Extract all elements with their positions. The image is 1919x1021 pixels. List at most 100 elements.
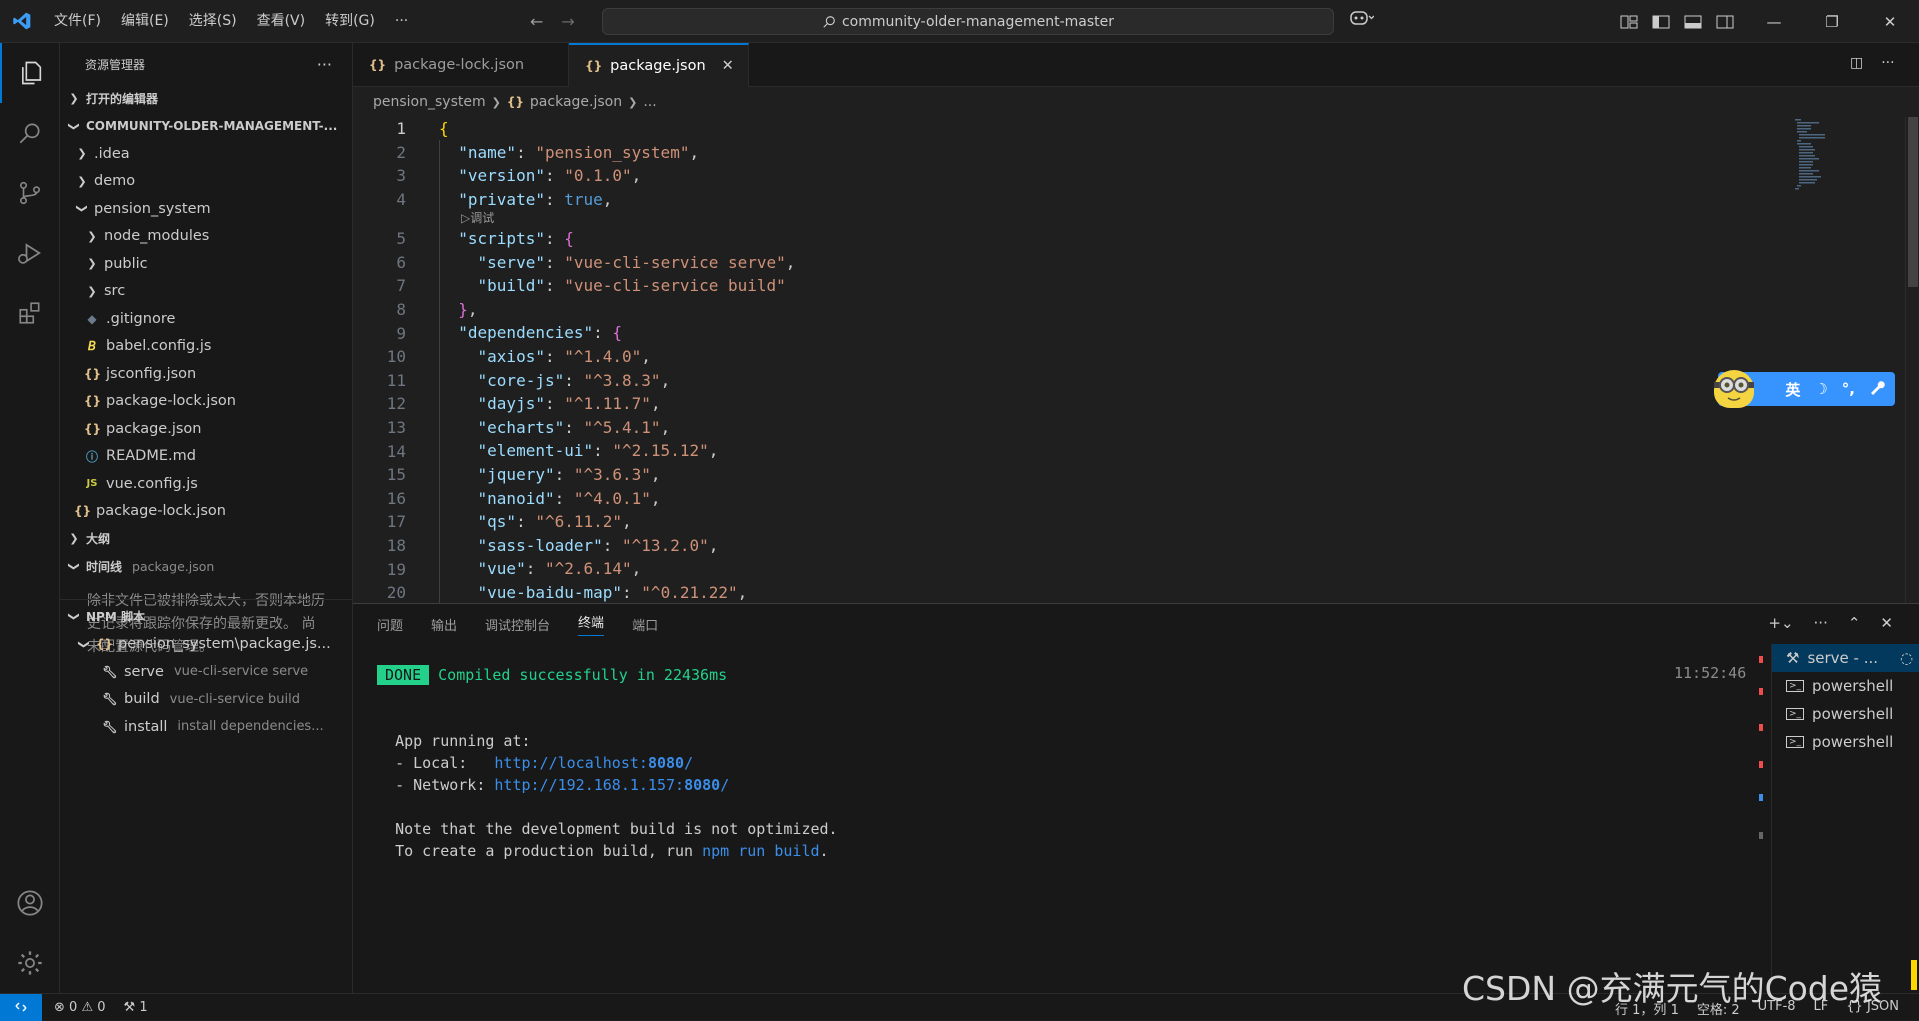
split-editor-icon[interactable]: ◫	[1850, 55, 1863, 71]
menu-item[interactable]: ···	[385, 0, 418, 43]
tree-folder[interactable]: ❯ pension_system	[60, 195, 352, 223]
punctuation-icon[interactable]: °,	[1842, 380, 1855, 398]
menu-item[interactable]: 编辑(E)	[111, 0, 179, 43]
tree-file[interactable]: {} package-lock.json	[60, 498, 352, 526]
maximize-panel-icon[interactable]: ⌃	[1848, 614, 1861, 632]
tree-file[interactable]: {} package.json	[60, 415, 352, 443]
run-debug-icon[interactable]	[0, 223, 60, 283]
line-number: 18	[386, 535, 406, 555]
remote-indicator-icon[interactable]	[0, 993, 42, 1021]
network-url-link[interactable]: http://192.168.1.157:8080/	[494, 776, 729, 794]
json-file-icon: {}	[369, 58, 387, 72]
extensions-icon[interactable]	[0, 283, 60, 343]
more-actions-icon[interactable]: ···	[1814, 614, 1828, 632]
terminal-instance[interactable]: >_ powershell	[1772, 700, 1919, 728]
breadcrumb-folder[interactable]: pension_system	[373, 94, 486, 110]
code-line: 12 "dayjs": "^1.11.7",	[353, 392, 1753, 416]
menu-item[interactable]: 选择(S)	[179, 0, 247, 43]
code-line: 9 "dependencies": {	[353, 321, 1753, 345]
settings-gear-icon[interactable]	[0, 933, 60, 993]
terminal-scrollbar[interactable]	[1753, 644, 1767, 984]
ime-toolbar[interactable]: 英 ☽ °,	[1714, 370, 1895, 408]
more-actions-icon[interactable]: ···	[317, 55, 332, 74]
tree-folder[interactable]: ❯ public	[60, 250, 352, 278]
toggle-secondary-sidebar-icon[interactable]	[1716, 14, 1734, 30]
panel-tab[interactable]: 终端	[578, 612, 605, 636]
code-line: 17 "qs": "^6.11.2",	[353, 510, 1753, 534]
tree-file[interactable]: JS vue.config.js	[60, 470, 352, 498]
restore-icon[interactable]: ❐	[1803, 13, 1861, 31]
breadcrumb-rest[interactable]: ...	[643, 94, 656, 110]
back-icon[interactable]: ←	[530, 12, 543, 31]
terminal-icon: >_	[1786, 680, 1805, 692]
menu-item[interactable]: 文件(F)	[44, 0, 111, 43]
npm-script-item[interactable]: 🔧︎ install install dependencies...	[60, 713, 353, 741]
forward-icon[interactable]: →	[561, 12, 574, 31]
panel-tab[interactable]: 输出	[431, 615, 457, 634]
debug-codelens[interactable]: ▷调试	[461, 209, 494, 226]
toggle-panel-icon[interactable]	[1684, 14, 1702, 30]
command-center-search[interactable]: community-older-management-master	[602, 8, 1334, 35]
copilot-icon[interactable]	[1350, 10, 1375, 30]
problems-status[interactable]: ⊗ 0 ⚠ 0	[54, 1000, 106, 1015]
editor-tab[interactable]: {} package.json ✕	[569, 43, 749, 87]
line-number: 7	[396, 276, 406, 296]
tree-file[interactable]: {} jsconfig.json	[60, 360, 352, 388]
ime-lang[interactable]: 英	[1785, 379, 1800, 400]
minimap[interactable]	[1791, 117, 1831, 197]
chevron-right-icon: ❯	[77, 147, 87, 161]
terminal-output[interactable]: DONE Compiled successfully in 22436ms Ap…	[377, 664, 838, 862]
wrench-icon[interactable]	[1869, 379, 1885, 399]
tree-file[interactable]: 𝘉babel.config.js	[60, 333, 352, 361]
npm-script-item[interactable]: 🔧︎ build vue-cli-service build	[60, 686, 353, 714]
tree-item-label: package.json	[106, 420, 202, 437]
ports-status[interactable]: ⚒ 1	[124, 1000, 148, 1015]
minimize-icon[interactable]: —	[1745, 13, 1803, 31]
breadcrumb-file[interactable]: package.json	[530, 94, 622, 110]
customize-layout-icon[interactable]	[1620, 14, 1638, 30]
local-url-link[interactable]: http://localhost:8080/	[494, 754, 693, 772]
js-file-icon: JS	[86, 478, 98, 490]
terminal-instance[interactable]: ⚒ serve - ... ◌	[1772, 644, 1919, 672]
npm-package[interactable]: ❯ {} pension_system\package.js...	[60, 631, 353, 659]
more-actions-icon[interactable]: ···	[1881, 55, 1894, 71]
code-text: "scripts": {	[458, 228, 574, 248]
timeline-section[interactable]: ❯ 时间线 package.json	[60, 553, 352, 581]
close-tab-icon[interactable]: ✕	[722, 58, 734, 74]
npm-scripts-section[interactable]: ❯ NPM 脚本	[60, 603, 353, 631]
local-label: - Local:	[395, 754, 495, 772]
open-editors-section[interactable]: ❯ 打开的编辑器	[60, 85, 352, 113]
tree-folder[interactable]: ❯ node_modules	[60, 223, 352, 251]
terminal-list: ⚒ serve - ... ◌ >_ powershell >_ powershell >_ p…	[1771, 644, 1919, 984]
npm-script-item[interactable]: 🔧︎ serve vue-cli-service serve	[60, 658, 353, 686]
tree-folder[interactable]: ❯ src	[60, 278, 352, 306]
menu-item[interactable]: 查看(V)	[247, 0, 316, 43]
close-window-icon[interactable]: ✕	[1861, 13, 1919, 31]
tree-item-label: .gitignore	[106, 310, 176, 327]
error-icon: ⊗	[54, 999, 65, 1015]
code-editor[interactable]: ▷调试 1{2 "name": "pension_system", 3 "vers…	[353, 117, 1919, 603]
toggle-primary-sidebar-icon[interactable]	[1652, 14, 1670, 30]
explorer-icon[interactable]	[0, 43, 60, 103]
panel-tab[interactable]: 问题	[377, 615, 403, 634]
source-control-icon[interactable]	[0, 163, 60, 223]
accounts-icon[interactable]	[0, 873, 60, 933]
tree-folder[interactable]: ❯ .idea	[60, 140, 352, 168]
tree-file[interactable]: ⓘ README.md	[60, 443, 352, 471]
tree-file[interactable]: ◆ .gitignore	[60, 305, 352, 333]
editor-scrollbar[interactable]	[1905, 117, 1919, 603]
search-view-icon[interactable]	[0, 103, 60, 163]
close-panel-icon[interactable]: ✕	[1880, 614, 1893, 632]
terminal-instance[interactable]: >_ powershell	[1772, 728, 1919, 756]
panel-tab[interactable]: 调试控制台	[485, 615, 550, 634]
panel-tab[interactable]: 端口	[632, 615, 658, 634]
editor-tab[interactable]: {} package-lock.json	[353, 43, 570, 87]
menu-item[interactable]: 转到(G)	[315, 0, 385, 43]
tree-folder[interactable]: ❯ demo	[60, 168, 352, 196]
new-terminal-icon[interactable]: +⌄	[1768, 614, 1793, 632]
terminal-instance[interactable]: >_ powershell	[1772, 672, 1919, 700]
outline-section[interactable]: ❯ 大纲	[60, 525, 352, 553]
tree-file[interactable]: {} package-lock.json	[60, 388, 352, 416]
workspace-root[interactable]: ❯ COMMUNITY-OLDER-MANAGEMENT-...	[60, 113, 352, 141]
moon-icon[interactable]: ☽	[1814, 380, 1827, 398]
